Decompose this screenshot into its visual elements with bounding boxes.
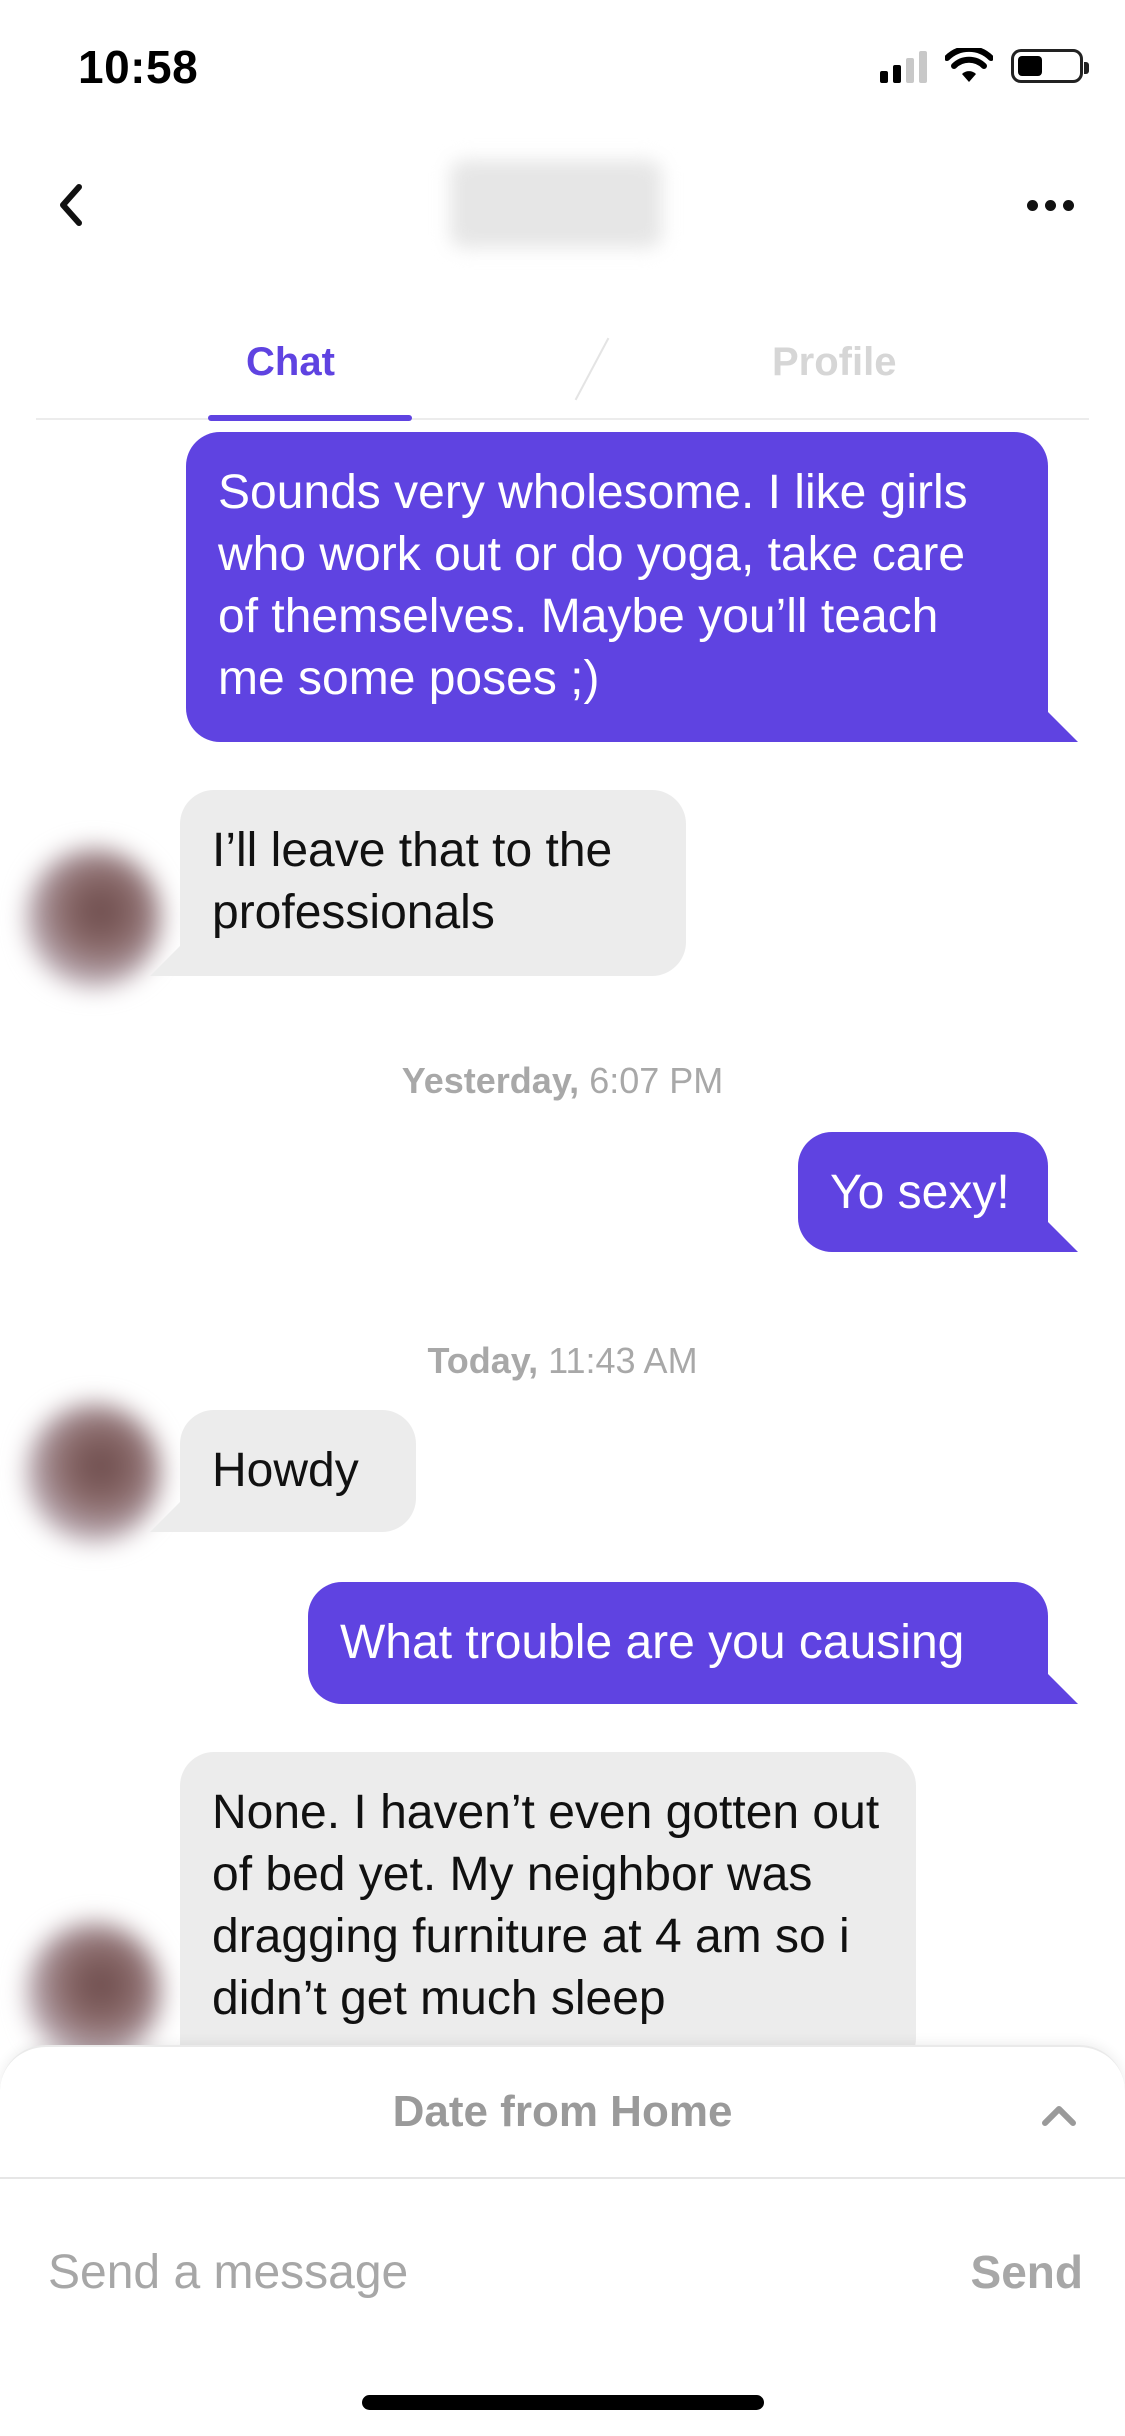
message-composer: Date from Home Send bbox=[0, 2045, 1125, 2436]
back-button[interactable] bbox=[40, 175, 100, 235]
message-text: Yo sexy! bbox=[830, 1166, 1010, 1219]
timestamp-divider: Yesterday, 6:07 PM bbox=[0, 1060, 1125, 1102]
timestamp-time: 11:43 AM bbox=[548, 1340, 698, 1381]
more-options-button[interactable] bbox=[1015, 175, 1085, 235]
timestamp-day: Yesterday, bbox=[401, 1060, 580, 1101]
chat-profile-tabs: Chat Profile bbox=[36, 320, 1089, 421]
status-bar: 10:58 bbox=[0, 0, 1125, 135]
match-avatar[interactable] bbox=[26, 848, 162, 988]
tab-profile[interactable]: Profile bbox=[772, 340, 896, 385]
status-icons bbox=[880, 48, 1089, 84]
message-text: Howdy bbox=[212, 1444, 359, 1497]
message-incoming: I’ll leave that to the professionals bbox=[180, 790, 686, 976]
timestamp-time: 6:07 PM bbox=[589, 1060, 724, 1101]
match-name-blurred bbox=[450, 160, 662, 248]
message-text: Sounds very wholesome. I like girls who … bbox=[218, 466, 968, 705]
tab-divider bbox=[574, 337, 610, 401]
tab-chat[interactable]: Chat bbox=[246, 340, 335, 385]
chat-header bbox=[0, 135, 1125, 275]
status-time: 10:58 bbox=[78, 41, 199, 93]
signal-icon bbox=[880, 49, 927, 83]
send-button[interactable]: Send bbox=[971, 2245, 1083, 2299]
message-outgoing: Sounds very wholesome. I like girls who … bbox=[186, 432, 1048, 742]
active-tab-indicator bbox=[208, 415, 412, 421]
message-outgoing: Yo sexy! bbox=[798, 1132, 1048, 1252]
message-text: None. I haven’t even gotten out of bed y… bbox=[212, 1786, 880, 2025]
message-outgoing: What trouble are you causing bbox=[308, 1582, 1048, 1704]
message-incoming: Howdy bbox=[180, 1410, 416, 1532]
message-incoming: None. I haven’t even gotten out of bed y… bbox=[180, 1752, 916, 2072]
match-avatar[interactable] bbox=[26, 1403, 162, 1543]
chevron-left-icon bbox=[60, 184, 82, 226]
message-text: What trouble are you causing bbox=[340, 1616, 965, 1669]
home-indicator bbox=[362, 2395, 764, 2410]
match-avatar[interactable] bbox=[26, 1922, 162, 2062]
wifi-icon bbox=[945, 48, 993, 82]
date-from-home-title[interactable]: Date from Home bbox=[0, 2087, 1125, 2137]
battery-icon bbox=[1011, 49, 1089, 83]
composer-divider bbox=[0, 2177, 1125, 2179]
message-input[interactable] bbox=[48, 2227, 898, 2317]
chevron-up-icon[interactable] bbox=[1039, 2097, 1079, 2133]
more-horizontal-icon bbox=[1026, 199, 1038, 211]
timestamp-day: Today, bbox=[427, 1340, 539, 1381]
timestamp-divider: Today, 11:43 AM bbox=[0, 1340, 1125, 1382]
message-text: I’ll leave that to the professionals bbox=[212, 824, 613, 939]
